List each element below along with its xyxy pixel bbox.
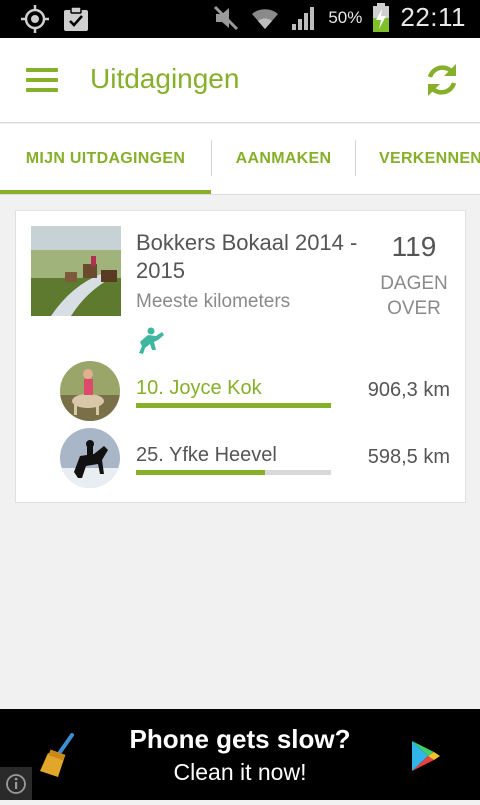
info-icon[interactable]: [0, 767, 32, 800]
play-store-icon[interactable]: [410, 739, 442, 773]
gps-icon: [21, 5, 49, 33]
days-label: DAGEN OVER: [380, 273, 448, 319]
progress-bar: [136, 470, 331, 475]
progress-fill: [136, 403, 331, 408]
tab-selected-indicator: [0, 190, 211, 194]
leaderboard-entry[interactable]: 25. Yfke Heevel 598,5 km: [16, 428, 465, 492]
entry-name: 10. Joyce Kok: [136, 377, 262, 399]
page-title: Uitdagingen: [90, 63, 240, 94]
battery-percent: 50%: [328, 7, 363, 27]
horse-rider-icon: [139, 327, 164, 354]
challenge-image: [31, 226, 121, 316]
entry-distance: 906,3 km: [367, 379, 450, 401]
challenge-title: Bokkers Bokaal 2014 - 2015: [136, 230, 358, 283]
progress-fill: [136, 470, 265, 475]
signal-icon: [292, 6, 315, 30]
clipboard-check-icon: [64, 6, 88, 31]
refresh-icon[interactable]: [422, 60, 462, 100]
ad-headline: Phone gets slow?: [129, 724, 351, 754]
tab-verkennen[interactable]: VERKENNEN: [356, 124, 480, 194]
progress-bar: [136, 403, 331, 408]
entry-distance: 598,5 km: [367, 446, 450, 468]
app-bar: Uitdagingen: [0, 38, 480, 123]
ad-subline: Clean it now!: [173, 759, 307, 785]
avatar: [60, 361, 120, 421]
wifi-icon: [252, 8, 279, 29]
tab-bar: MIJN UITDAGINGEN AANMAKEN VERKENNEN: [0, 124, 480, 195]
challenge-card[interactable]: Bokkers Bokaal 2014 - 2015 Meeste kilome…: [15, 210, 466, 503]
days-remaining: 119: [391, 231, 437, 262]
mute-icon: [214, 5, 239, 30]
battery-charging-icon: [373, 2, 390, 32]
leaderboard-entry[interactable]: 10. Joyce Kok 906,3 km: [16, 361, 465, 425]
challenge-subtitle: Meeste kilometers: [136, 291, 291, 312]
entry-name: 25. Yfke Heevel: [136, 444, 277, 466]
ad-banner[interactable]: Phone gets slow? Clean it now!: [0, 709, 480, 800]
status-bar: 50% 22:11: [0, 0, 480, 38]
avatar: [60, 428, 120, 488]
hamburger-menu-icon[interactable]: [26, 68, 58, 92]
clock: 22:11: [400, 2, 466, 32]
tab-aanmaken[interactable]: AANMAKEN: [212, 124, 355, 194]
tab-mijn-uitdagingen[interactable]: MIJN UITDAGINGEN: [0, 124, 211, 194]
